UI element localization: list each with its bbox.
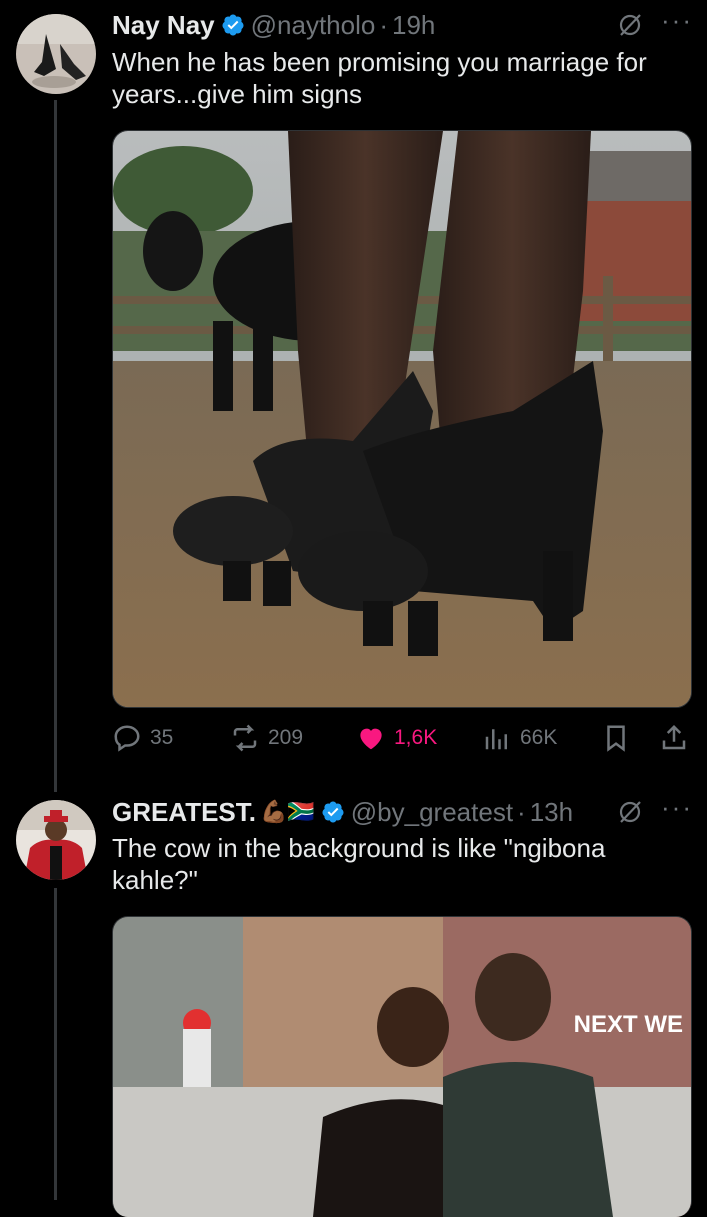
tweet-actions: 35 209 1,6K 66K <box>112 720 689 756</box>
grok-icon[interactable] <box>617 12 643 38</box>
separator: · <box>517 796 526 827</box>
reply-count: 35 <box>150 726 174 749</box>
repost-icon <box>233 724 257 752</box>
reply-icon <box>114 725 140 752</box>
author-handle[interactable]: @by_greatest <box>351 797 513 828</box>
grok-icon[interactable] <box>617 799 643 825</box>
more-options-icon[interactable]: ··· <box>661 7 693 33</box>
separator: · <box>379 9 388 40</box>
bookmark-icon[interactable] <box>601 723 631 753</box>
verified-badge-icon <box>222 14 244 36</box>
heart-icon <box>360 728 382 750</box>
verified-badge-icon <box>322 801 344 823</box>
tv-show-couple-photo-icon: NEXT WE <box>113 917 691 1217</box>
thread-line <box>54 100 57 792</box>
views-count: 66K <box>520 726 558 749</box>
more-options-icon[interactable]: ··· <box>661 794 693 820</box>
author-name[interactable]: Nay Nay <box>112 10 215 41</box>
name-emojis: 💪🏾🇿🇦 <box>259 799 315 824</box>
tv-overlay-text: NEXT WE <box>574 1011 683 1038</box>
thread-line <box>54 888 57 1200</box>
views-button[interactable]: 66K <box>482 723 600 753</box>
views-icon <box>485 729 507 750</box>
reply-button[interactable]: 35 <box>112 723 230 753</box>
author-name[interactable]: GREATEST. <box>112 797 256 828</box>
timestamp[interactable]: 19h <box>392 10 435 41</box>
cow-hoof-heels-photo-icon <box>113 131 691 707</box>
tweet-header: Nay Nay @naytholo · 19h ··· <box>112 7 693 42</box>
share-icon[interactable] <box>659 723 689 753</box>
tweet-header: GREATEST. 💪🏾🇿🇦 @by_greatest · 13h ··· <box>112 794 693 829</box>
like-button[interactable]: 1,6K <box>356 723 482 753</box>
tweet-media[interactable] <box>112 130 692 708</box>
author-handle[interactable]: @naytholo <box>251 10 376 41</box>
like-count: 1,6K <box>394 726 438 749</box>
avatar[interactable] <box>16 800 96 880</box>
tweet-media[interactable]: NEXT WE <box>112 916 692 1217</box>
avatar[interactable] <box>16 14 96 94</box>
tweet-text: When he has been promising you marriage … <box>112 47 647 109</box>
repost-button[interactable]: 209 <box>230 723 356 753</box>
timestamp[interactable]: 13h <box>530 797 573 828</box>
repost-count: 209 <box>268 726 304 749</box>
tweet-text: The cow in the background is like "ngibo… <box>112 833 606 895</box>
